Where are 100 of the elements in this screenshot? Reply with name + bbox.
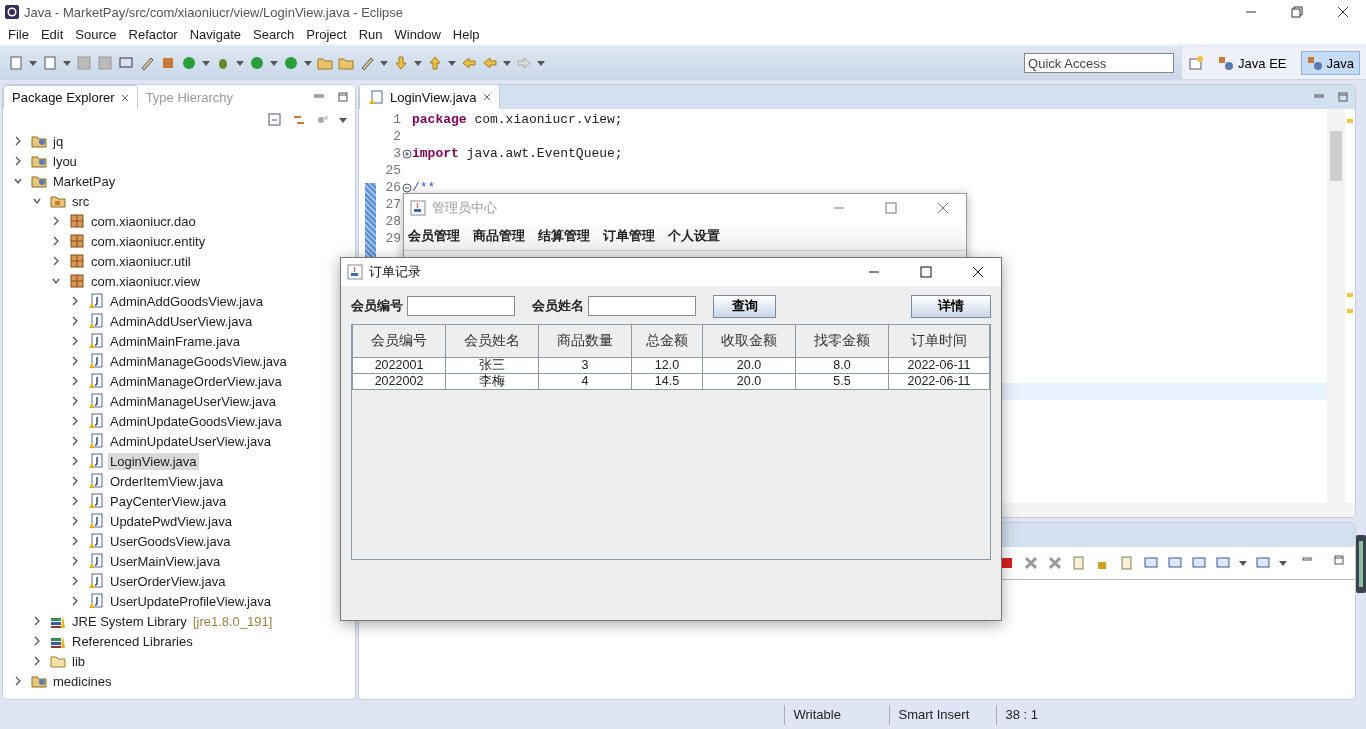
chevron-icon[interactable] [13,676,23,686]
tree-item[interactable]: com.xiaoniucr.view [89,272,203,290]
tree-item[interactable]: PayCenterView.java [108,492,229,510]
menu-item[interactable]: Run [352,26,389,42]
collapse-icon[interactable] [401,182,412,193]
monitor-icon[interactable] [118,55,134,71]
scrollbar-thumb[interactable] [1330,131,1342,181]
tree-item[interactable]: com.xiaoniucr.util [89,252,193,270]
maximize-icon[interactable] [920,266,932,278]
menu-item[interactable]: 个人设置 [668,227,720,245]
menu-item[interactable]: Help [446,26,486,42]
chevron-icon[interactable] [13,136,23,146]
details-button[interactable]: 详情 [911,294,991,318]
restore-icon[interactable] [1291,6,1303,18]
chevron-icon[interactable] [70,316,80,326]
chevron-icon[interactable] [32,196,42,206]
chevron-icon[interactable] [70,516,80,526]
chevron-icon[interactable] [70,576,80,586]
caret-icon[interactable] [339,117,347,123]
column-header[interactable]: 总金额 [631,325,703,358]
view-tab[interactable]: Package Explorer [3,85,138,109]
chevron-icon[interactable] [51,276,61,286]
column-header[interactable]: 收取金额 [702,325,796,358]
caret-icon[interactable] [380,60,388,66]
column-header[interactable]: 订单时间 [888,325,990,358]
caret-icon[interactable] [1239,560,1247,566]
editor-tab[interactable]: LoginView.java [359,85,500,109]
tree-item[interactable]: LoginView.java [108,452,199,470]
caret-icon[interactable] [503,60,511,66]
input-field[interactable] [588,296,696,316]
tree-item[interactable]: AdminMainFrame.java [108,332,243,350]
maximize-icon[interactable] [1333,554,1345,566]
tree-item[interactable]: medicines [51,672,114,690]
chevron-icon[interactable] [70,536,80,546]
tree-item[interactable]: AdminManageUserView.java [108,392,278,410]
chevron-icon[interactable] [32,656,42,666]
close-icon[interactable] [972,266,984,278]
tree-item[interactable]: UserOrderView.java [108,572,228,590]
monitor-icon[interactable] [1215,555,1231,571]
caret-icon[interactable] [537,60,545,66]
tree-item[interactable]: AdminAddGoodsView.java [108,292,265,310]
tree-item[interactable]: UserGoodsView.java [108,532,233,550]
menu-item[interactable]: 商品管理 [473,227,525,245]
close-all-icon[interactable] [1047,555,1063,571]
tree-item[interactable]: OrderItemView.java [108,472,226,490]
caret-icon[interactable] [448,60,456,66]
menu-item[interactable]: Edit [34,26,70,42]
run-icon[interactable] [249,55,265,71]
menu-item[interactable]: File [2,26,35,42]
tree-item[interactable]: jq [51,132,66,150]
tree-item[interactable]: lyou [51,152,79,170]
expand-icon[interactable] [401,148,412,159]
chevron-icon[interactable] [70,376,80,386]
close-icon[interactable] [1337,6,1349,18]
annotation-marker[interactable] [1347,309,1353,313]
caret-icon[interactable] [1279,560,1287,566]
tree-item[interactable]: com.xiaoniucr.entity [89,232,208,250]
chevron-icon[interactable] [13,156,23,166]
menu-item[interactable]: Project [300,26,353,42]
tree-item[interactable]: AdminUpdateGoodsView.java [108,412,284,430]
caret-icon[interactable] [414,60,422,66]
new-file-icon[interactable] [8,55,24,71]
chevron-icon[interactable] [51,216,61,226]
chevron-icon[interactable] [32,616,42,626]
perspective-button[interactable]: Java EE [1212,51,1293,75]
chevron-icon[interactable] [13,176,23,186]
menu-item[interactable]: Navigate [183,26,247,42]
tree-item[interactable]: UserUpdateProfileView.java [108,592,273,610]
tree-item[interactable]: src [70,192,92,210]
menu-item[interactable]: 结算管理 [538,227,590,245]
caret-icon[interactable] [236,60,244,66]
column-header[interactable]: 会员编号 [352,325,446,358]
chevron-icon[interactable] [70,456,80,466]
tree-item[interactable]: MarketPay [51,172,118,190]
caret-icon[interactable] [270,60,278,66]
annotation-marker[interactable] [1347,293,1353,297]
caret-icon[interactable] [63,60,71,66]
chevron-icon[interactable] [70,336,80,346]
tree-item[interactable]: Referenced Libraries [70,632,195,650]
window-icon[interactable] [1255,555,1271,571]
tree-item[interactable]: AdminManageGoodsView.java [108,352,289,370]
caret-icon[interactable] [304,60,312,66]
chevron-icon[interactable] [70,416,80,426]
chevron-icon[interactable] [70,556,80,566]
perspective-button[interactable]: Java [1300,51,1360,75]
annotation-marker[interactable] [1347,119,1353,123]
search-button[interactable]: 查询 [713,294,776,318]
tree-item[interactable]: AdminManageOrderView.java [108,372,284,390]
tree-item[interactable]: AdminUpdateUserView.java [108,432,273,450]
chevron-icon[interactable] [70,396,80,406]
chevron-icon[interactable] [70,356,80,366]
menu-item[interactable]: Search [247,26,301,42]
chevron-icon[interactable] [70,476,80,486]
window-icon[interactable] [1191,555,1207,571]
pencil-icon[interactable] [139,55,155,71]
caret-icon[interactable] [202,60,210,66]
stop-icon[interactable] [999,555,1015,571]
tree-item[interactable]: UpdatePwdView.java [108,512,234,530]
tree-item[interactable]: com.xiaoniucr.dao [89,212,198,230]
column-header[interactable]: 会员姓名 [445,325,539,358]
